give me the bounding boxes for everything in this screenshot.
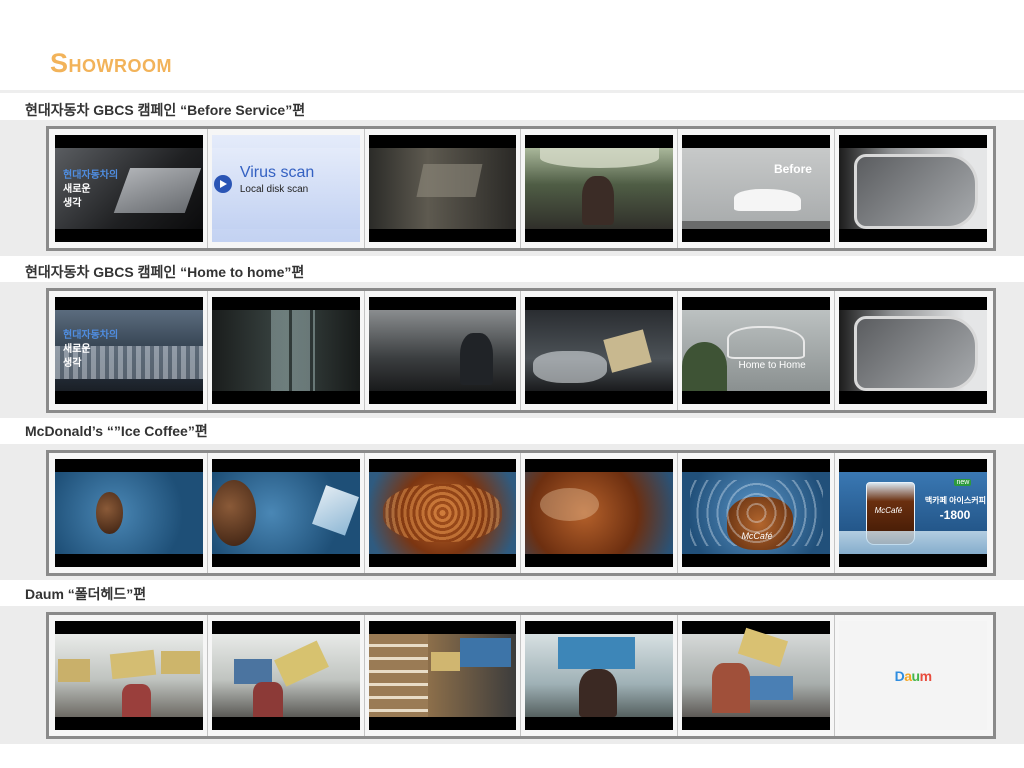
storyboard-strip: 현대자동차의새로운생각 Virus scan Local disk scan Befo…: [46, 126, 996, 251]
frame-image: [525, 297, 674, 404]
storyboard-strip: 현대자동차의새로운생각 Home to Home: [46, 288, 996, 413]
video-frame-product-shot[interactable]: new 맥카페 아이스커피 -1800 McCafé: [835, 453, 991, 573]
frame-picture: [839, 147, 987, 230]
video-frame-library[interactable]: [365, 615, 522, 736]
video-frame-splash-2[interactable]: [521, 453, 679, 573]
frame-image: Daum: [839, 621, 987, 730]
section-title: 현대자동차 GBCS 캠페인 “Before Service”편: [25, 102, 306, 118]
video-frame-dark-room[interactable]: [365, 129, 522, 248]
frame-picture: [368, 147, 517, 230]
frame-picture: [525, 471, 674, 555]
frame-image: Before: [682, 135, 831, 242]
frame-image: [211, 621, 360, 730]
video-frame-cup-splash[interactable]: McCafé: [678, 453, 836, 573]
frame-caption: Local disk scan: [239, 183, 309, 195]
video-frame-logo[interactable]: Daum: [835, 615, 991, 736]
section-title: McDonald’s “”Ice Coffee”편: [25, 423, 208, 439]
video-frame-side-mirror[interactable]: [835, 129, 991, 248]
video-frame-laptop[interactable]: 현대자동차의새로운생각: [51, 129, 208, 248]
frame-image: [55, 459, 203, 567]
video-frame-kitchen-man[interactable]: [365, 291, 522, 410]
video-frame-blue-box-girl[interactable]: [521, 615, 679, 736]
title-divider: [0, 90, 1024, 93]
frame-picture: [525, 634, 674, 717]
video-frame-bean-ice[interactable]: [208, 453, 365, 573]
video-frame-bean[interactable]: [51, 453, 208, 573]
frame-caption: 생각: [63, 357, 82, 369]
frame-image: Home to Home: [682, 297, 831, 404]
frame-caption: Virus scan: [239, 163, 315, 181]
section-title: 현대자동차 GBCS 캠페인 “Home to home”편: [25, 264, 305, 280]
frame-picture: Before: [682, 147, 831, 230]
video-frame-splash[interactable]: [365, 453, 522, 573]
frame-picture: Daum: [839, 621, 987, 730]
frame-caption: Daum: [894, 667, 932, 684]
frame-picture: [368, 634, 517, 717]
frame-picture: new 맥카페 아이스커피 -1800 McCafé: [839, 471, 987, 555]
video-frame-side-mirror[interactable]: [835, 291, 991, 410]
frame-picture: [368, 471, 517, 555]
frame-image: [211, 297, 360, 404]
frame-picture: McCafé: [682, 471, 831, 555]
video-frame-cafe-woman[interactable]: [521, 129, 679, 248]
frame-picture: [525, 309, 674, 392]
video-frame-hangers[interactable]: 현대자동차의새로운생각: [51, 291, 208, 410]
video-frame-virus-scan[interactable]: Virus scan Local disk scan: [208, 129, 365, 248]
frame-caption: 생각: [63, 197, 82, 209]
storyboard-strip: McCafé new 맥카페 아이스커피 -1800 McCafé: [46, 450, 996, 576]
video-frame-car-mural[interactable]: Before: [678, 129, 836, 248]
video-frame-car-mural-2[interactable]: Home to Home: [678, 291, 836, 410]
frame-caption: Before: [773, 162, 812, 177]
frame-picture: 현대자동차의새로운생각: [55, 309, 203, 392]
frame-image: [525, 621, 674, 730]
frame-image: new 맥카페 아이스커피 -1800 McCafé: [839, 459, 987, 567]
frame-caption: 새로운: [63, 343, 91, 355]
frame-picture: [839, 309, 987, 392]
frame-image: McCafé: [682, 459, 831, 567]
frame-caption: 새로운: [63, 183, 91, 195]
video-frame-house-interior[interactable]: [208, 291, 365, 410]
frame-image: [525, 459, 674, 567]
section-title: Daum “폴더헤드”편: [25, 586, 147, 602]
frame-image: [368, 459, 517, 567]
frame-picture: Virus scan Local disk scan: [211, 147, 360, 230]
frame-picture: [211, 309, 360, 392]
video-frame-office-boxes-2[interactable]: [208, 615, 365, 736]
video-frame-office-boxes[interactable]: [51, 615, 208, 736]
frame-picture: [211, 634, 360, 717]
frame-caption: new: [954, 478, 972, 486]
frame-image: [368, 621, 517, 730]
frame-image: [839, 135, 987, 242]
video-frame-box-stack[interactable]: [678, 615, 836, 736]
frame-image: [55, 621, 203, 730]
frame-caption: 현대자동차의: [63, 329, 119, 341]
frame-image: 현대자동차의새로운생각: [55, 297, 203, 404]
storyboard-strip: Daum: [46, 612, 996, 739]
frame-image: 현대자동차의새로운생각: [55, 135, 203, 242]
frame-image: [211, 459, 360, 567]
video-frame-clothes-box[interactable]: [521, 291, 679, 410]
frame-picture: Home to Home: [682, 309, 831, 392]
frame-picture: [55, 634, 203, 717]
frame-picture: [211, 471, 360, 555]
frame-image: Virus scan Local disk scan: [211, 135, 360, 242]
frame-image: [839, 297, 987, 404]
frame-image: [525, 135, 674, 242]
frame-image: [368, 297, 517, 404]
frame-caption: 맥카페 아이스커피: [924, 495, 986, 505]
frame-caption: 현대자동차의: [63, 169, 119, 181]
frame-picture: [682, 627, 831, 717]
frame-picture: [368, 309, 517, 392]
frame-picture: [525, 147, 674, 230]
frame-caption: -1800: [939, 508, 971, 523]
frame-image: [682, 621, 831, 730]
page-title: SHOWROOM: [50, 48, 172, 78]
frame-picture: [55, 471, 203, 555]
frame-image: [368, 135, 517, 242]
frame-picture: 현대자동차의새로운생각: [55, 147, 203, 230]
frame-caption: McCafé: [874, 506, 903, 516]
frame-caption: McCafé: [741, 531, 773, 542]
frame-caption: Home to Home: [738, 360, 806, 372]
